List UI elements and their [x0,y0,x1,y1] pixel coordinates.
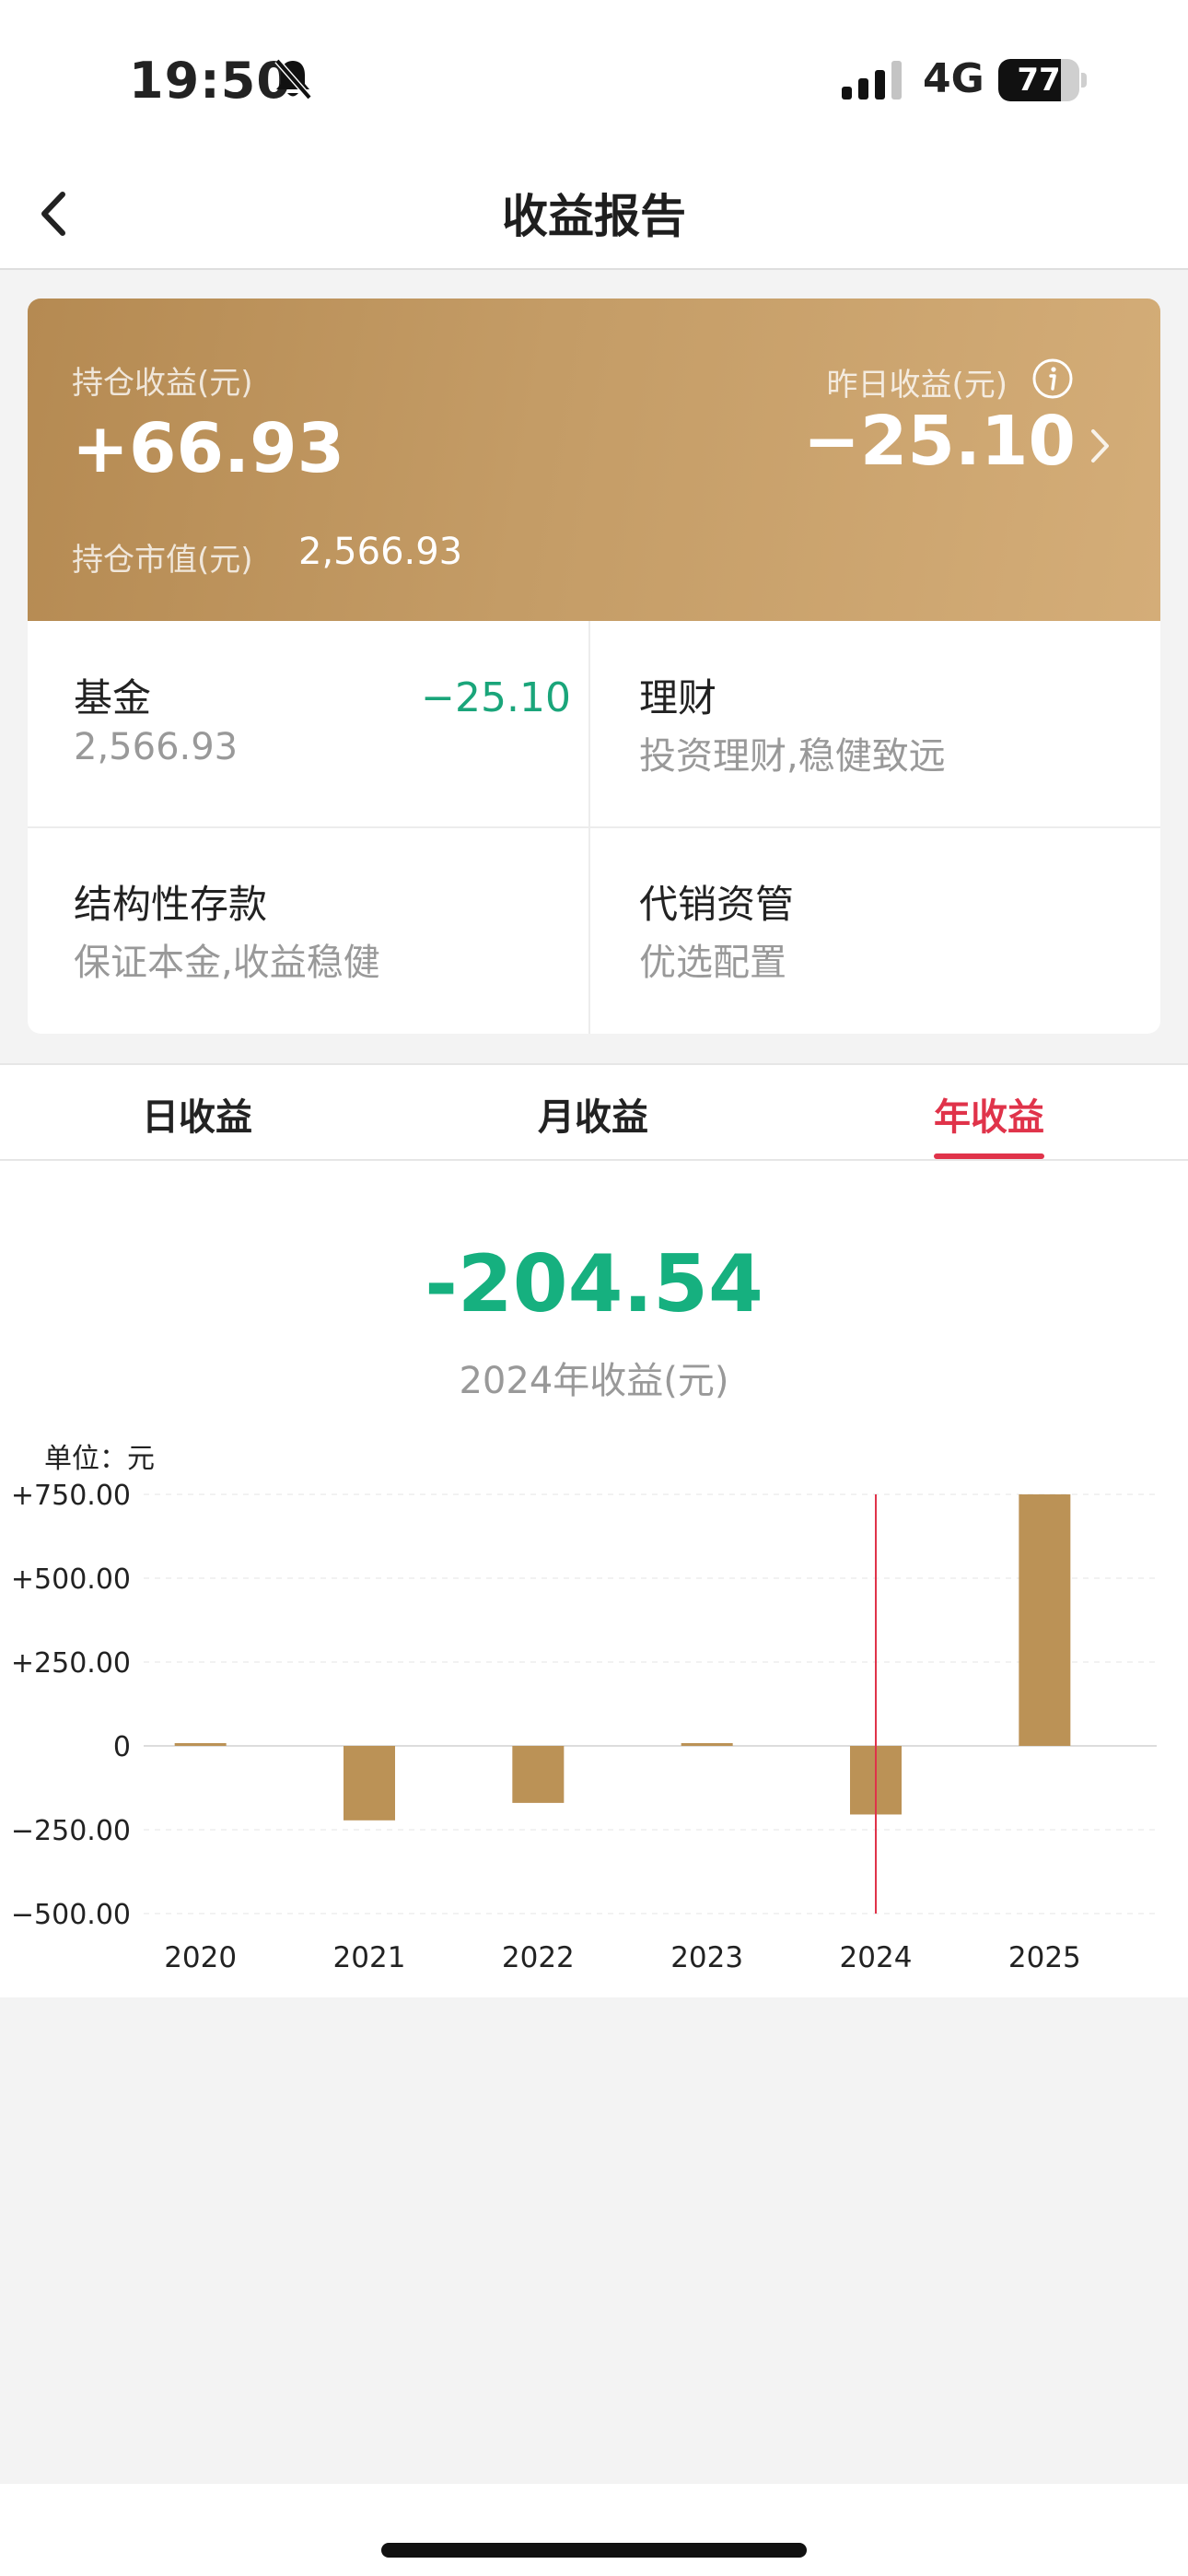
y-tick-label: +250.00 [11,1647,131,1680]
page: 19:50 4G 77 收益报告 持仓收益(元) +66.93 持仓市值(元) … [0,0,1188,2576]
product-subtitle: 保证本金,收益稳健 [74,942,380,984]
market-value-label: 持仓市值(元) [72,542,253,579]
info-icon[interactable] [1031,357,1074,400]
product-title: 结构性存款 [74,882,268,927]
tab-daily[interactable]: 日收益 [59,1087,335,1141]
y-tick-label: 0 [113,1731,131,1763]
product-fund[interactable]: 基金 2,566.93 −25.10 [28,621,593,827]
status-time: 19:50 [129,52,292,110]
holding-profit-label: 持仓收益(元) [72,365,253,402]
home-indicator[interactable] [381,2543,807,2558]
home-area [0,2484,1188,2576]
x-tick-label: 2022 [502,1941,575,1974]
x-tick-label: 2025 [1008,1941,1081,1974]
network-type: 4G [923,55,984,102]
y-tick-label: +750.00 [11,1480,131,1512]
summary-card[interactable]: 持仓收益(元) +66.93 持仓市值(元) 2,566.93 昨日收益(元) … [28,299,1160,621]
product-subtitle: 优选配置 [639,942,786,984]
yesterday-profit-value: −25.10 [802,402,1076,481]
y-tick-label: −250.00 [11,1815,131,1847]
product-subtitle: 2,566.93 [74,726,239,768]
tab-yearly[interactable]: 年收益 [851,1087,1127,1141]
product-subtitle: 投资理财,稳健致远 [639,735,946,778]
product-title: 代销资管 [639,882,795,927]
product-grid: 基金 2,566.93 −25.10 理财 投资理财,稳健致远 结构性存款 保证… [28,621,1160,1034]
bell-muted-icon [274,58,312,100]
product-title: 理财 [639,675,717,720]
product-title: 基金 [74,675,152,720]
nav-bar: 收益报告 [0,161,1188,270]
x-tick-label: 2023 [670,1941,743,1974]
yesterday-profit-label: 昨日收益(元) [826,367,1007,404]
bar-2020[interactable] [174,1743,227,1746]
bar-2023[interactable] [681,1743,733,1746]
product-wealth[interactable]: 理财 投资理财,稳健致远 [593,621,1159,827]
bar-2025[interactable] [1019,1494,1071,1746]
yearly-profit-chart[interactable]: +750.00 +500.00 +250.00 0 −250.00 −500.00 2020… [0,1161,1188,1997]
y-tick-label: +500.00 [11,1563,131,1596]
x-tick-label: 2021 [333,1941,406,1974]
market-value-value: 2,566.93 [298,531,463,573]
tab-monthly[interactable]: 月收益 [455,1087,731,1141]
bar-2022[interactable] [512,1746,565,1803]
page-title: 收益报告 [502,190,686,243]
bar-2021[interactable] [344,1746,395,1821]
chevron-right-icon[interactable] [1089,426,1112,466]
chart-section: -204.54 2024年收益(元) 单位：元 +750.00 +500.00 +2… [0,1161,1188,1997]
product-asset-management[interactable]: 代销资管 优选配置 [593,827,1159,1034]
period-tabs: 日收益 月收益 年收益 [0,1063,1188,1161]
status-bar: 19:50 4G 77 [0,0,1188,161]
x-tick-label: 2024 [840,1941,913,1974]
product-change: −25.10 [421,674,571,721]
holding-profit-value: +66.93 [72,409,345,488]
tab-active-indicator [934,1153,1044,1159]
y-tick-label: −500.00 [11,1899,131,1931]
x-tick-label: 2020 [164,1941,237,1974]
battery-icon: 77 [998,59,1087,101]
battery-percent: 77 [1017,62,1061,99]
cellular-signal-icon [842,61,902,100]
grid-divider-horizontal [28,826,1160,828]
product-structured-deposit[interactable]: 结构性存款 保证本金,收益稳健 [28,827,593,1034]
